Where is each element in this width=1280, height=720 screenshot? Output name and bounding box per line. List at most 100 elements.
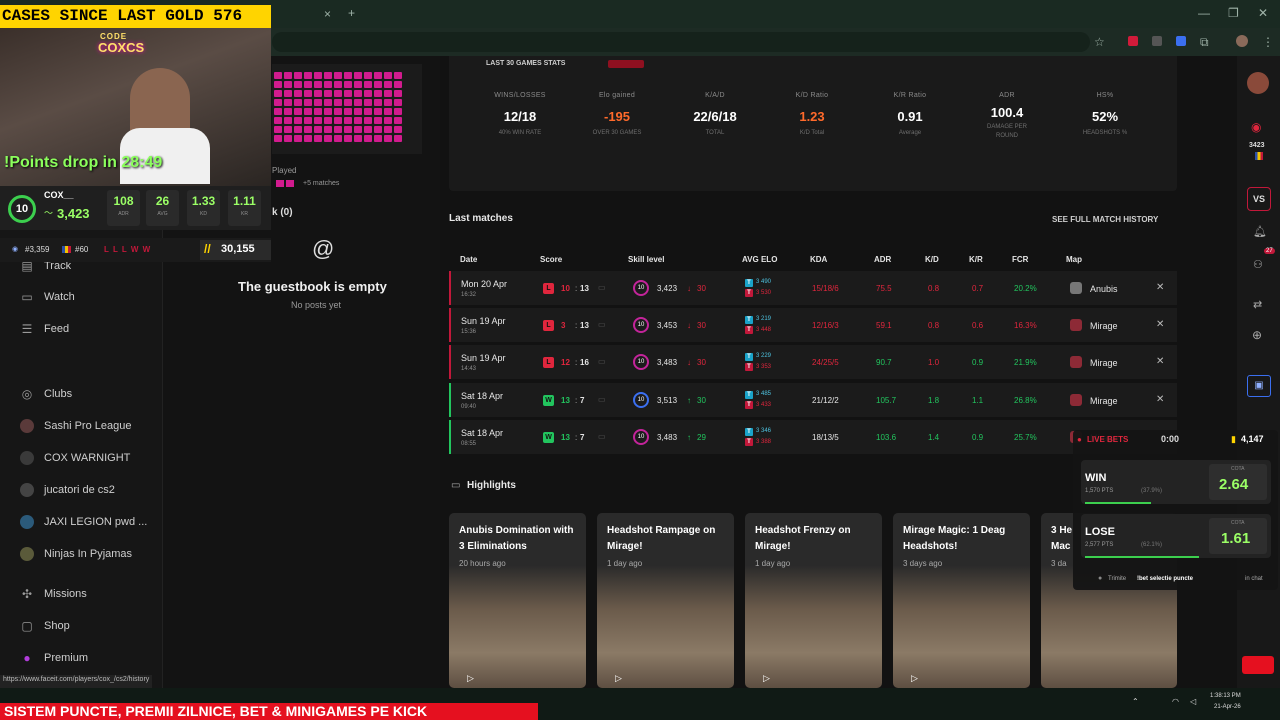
club-avatar <box>20 419 34 433</box>
highlight-title: Headshot Rampage on Mirage! <box>607 525 716 552</box>
demo-icon[interactable]: ▭ <box>598 432 606 441</box>
notification-badge: 27 <box>1264 248 1275 254</box>
remove-icon[interactable]: ✕ <box>1156 282 1164 293</box>
overlay-stat-value: 26 <box>155 194 170 208</box>
match-time: 16:32 <box>461 292 477 298</box>
club-item[interactable]: jucatori de cs2 <box>20 482 115 498</box>
club-item[interactable]: Sashi Pro League <box>20 418 131 434</box>
url-input[interactable] <box>272 32 1090 52</box>
club-item[interactable]: Ninjas In Pyjamas <box>20 546 132 562</box>
team-elo: 3 219 <box>756 316 772 322</box>
tray-chevron-icon[interactable]: ⌃ <box>1132 697 1139 706</box>
highlight-age: 3 days ago <box>903 559 943 568</box>
close-window-button[interactable]: ✕ <box>1258 6 1268 20</box>
sidebar-item-premium[interactable]: ● Premium <box>20 650 88 666</box>
user-avatar[interactable] <box>1247 72 1269 94</box>
extension-icon[interactable] <box>1128 36 1138 46</box>
club-name: COX WARNIGHT <box>44 452 131 464</box>
menu-kebab-icon[interactable]: ⋮ <box>1262 35 1274 49</box>
kick-button[interactable] <box>1242 656 1274 674</box>
profile-avatar[interactable] <box>1236 35 1248 47</box>
highlight-card[interactable]: Anubis Domination with 3 Eliminations 20 … <box>449 513 586 688</box>
demo-icon[interactable]: ▭ <box>598 357 606 366</box>
bet-win-label: WIN <box>1085 472 1107 484</box>
sidebar-item-clubs[interactable]: ◎ Clubs <box>20 386 72 402</box>
match-kr: 1.1 <box>972 396 984 405</box>
activity-cell <box>304 135 312 142</box>
match-row[interactable]: Sat 18 Apr 08:55 W 13:7 ▭ 10 3,483 ↑ 29 T 3 346 T 3 … <box>449 420 1177 454</box>
remove-icon[interactable]: ✕ <box>1156 394 1164 405</box>
bet-lose[interactable]: LOSE 2,577 PTS (62.1%) COTA 1.61 <box>1081 514 1271 558</box>
match-row[interactable]: Mon 20 Apr 16:32 L 10:13 ▭ 10 3,423 ↓ 30 T 3 490 T 3… <box>449 271 1177 305</box>
activity-cell <box>284 126 292 133</box>
match-kd: 1.8 <box>928 396 940 405</box>
party-icon[interactable]: ⇄ <box>1253 298 1262 311</box>
extension-icon[interactable] <box>1152 36 1162 46</box>
points-icon: // <box>204 242 211 256</box>
sidebar-item-shop[interactable]: ▢ Shop <box>20 618 69 634</box>
sidebar-item-watch[interactable]: ▭ Watch <box>20 289 74 305</box>
highlight-card[interactable]: Headshot Rampage on Mirage! 1 day ago ▷ <box>597 513 734 688</box>
highlight-card[interactable]: Mirage Magic: 1 Deag Headshots! 3 days ag… <box>893 513 1030 688</box>
bell-icon[interactable]: 🔔︎ <box>1253 225 1267 238</box>
activity-cell <box>384 135 392 142</box>
play-icon[interactable]: ▷ <box>615 673 622 684</box>
tab-guestbook[interactable]: k (0) <box>272 207 293 218</box>
new-tab-button[interactable]: + <box>348 6 355 20</box>
activity-cell <box>314 81 322 88</box>
activity-cell <box>374 135 382 142</box>
activity-cell <box>304 99 312 106</box>
club-item[interactable]: COX WARNIGHT <box>20 450 130 466</box>
wifi-icon[interactable]: ◠ <box>1172 697 1179 706</box>
remove-icon[interactable]: ✕ <box>1156 356 1164 367</box>
activity-cell <box>314 135 322 142</box>
activity-cell <box>394 117 402 124</box>
activity-cell <box>294 72 302 79</box>
overlay-stat: 1.11 KR <box>228 190 261 226</box>
highlight-age: 1 day ago <box>755 559 791 568</box>
volume-icon[interactable]: ◁ <box>1190 697 1196 706</box>
bet-win[interactable]: WIN 1,570 PTS (37.9%) COTA 2.64 <box>1081 460 1271 504</box>
club-item[interactable]: JAXI LEGION pwd ... <box>20 514 147 530</box>
elo-arrow-icon: ↓ <box>687 284 691 293</box>
bet-lose-pts: 2,577 PTS <box>1085 542 1114 548</box>
sidebar-item-missions[interactable]: ✣ Missions <box>20 586 87 602</box>
flag-icon <box>1255 152 1263 160</box>
minimize-button[interactable]: — <box>1198 6 1210 20</box>
add-icon[interactable]: ⊕ <box>1252 328 1262 342</box>
extensions-puzzle-icon[interactable]: ⧉ <box>1200 35 1209 49</box>
stat-label: WINS/LOSSES <box>494 92 546 99</box>
stat-sub: 40% WIN RATE <box>498 130 542 136</box>
play-icon[interactable]: ▷ <box>911 673 918 684</box>
vs-button[interactable]: VS <box>1247 187 1271 211</box>
match-adr: 103.6 <box>876 433 897 442</box>
widget-icon[interactable]: ▣ <box>1247 375 1271 397</box>
activity-cell <box>364 108 372 115</box>
play-icon[interactable]: ▷ <box>467 673 474 684</box>
bookmark-star-icon[interactable]: ☆ <box>1094 35 1105 49</box>
match-kda: 21/12/2 <box>812 396 839 405</box>
activity-cell <box>304 72 312 79</box>
match-row[interactable]: Sun 19 Apr 15:36 L 3:13 ▭ 10 3,453 ↓ 30 T 3 219 T 3 … <box>449 308 1177 342</box>
match-row[interactable]: Sat 18 Apr 09:40 W 13:7 ▭ 10 3,513 ↑ 30 T 3 485 T 3 … <box>449 383 1177 417</box>
stat-label: K/A/D <box>705 92 725 99</box>
stat-sub: OVER 30 GAMES <box>592 130 642 136</box>
sidebar-item-feed[interactable]: ☰ Feed <box>20 321 69 337</box>
maximize-button[interactable]: ❐ <box>1228 6 1239 20</box>
demo-icon[interactable]: ▭ <box>598 283 606 292</box>
demo-icon[interactable]: ▭ <box>598 320 606 329</box>
match-row[interactable]: Sun 19 Apr 14:43 L 12:16 ▭ 10 3,483 ↓ 30 T 3 229 T 3… <box>449 345 1177 379</box>
activity-cell <box>314 72 322 79</box>
bets-footer-b: in chat <box>1245 576 1263 582</box>
highlight-title: Anubis Domination with 3 Eliminations <box>459 525 574 552</box>
remove-icon[interactable]: ✕ <box>1156 319 1164 330</box>
close-tab-icon[interactable]: × <box>324 7 331 21</box>
club-name: jucatori de cs2 <box>44 484 115 496</box>
see-full-history-link[interactable]: SEE FULL MATCH HISTORY <box>1052 215 1158 224</box>
friends-icon[interactable]: ⚇ <box>1253 258 1263 271</box>
demo-icon[interactable]: ▭ <box>598 395 606 404</box>
extension-icon[interactable] <box>1176 36 1186 46</box>
match-time: 15:36 <box>461 329 477 335</box>
play-icon[interactable]: ▷ <box>763 673 770 684</box>
highlight-card[interactable]: Headshot Frenzy on Mirage! 1 day ago ▷ <box>745 513 882 688</box>
